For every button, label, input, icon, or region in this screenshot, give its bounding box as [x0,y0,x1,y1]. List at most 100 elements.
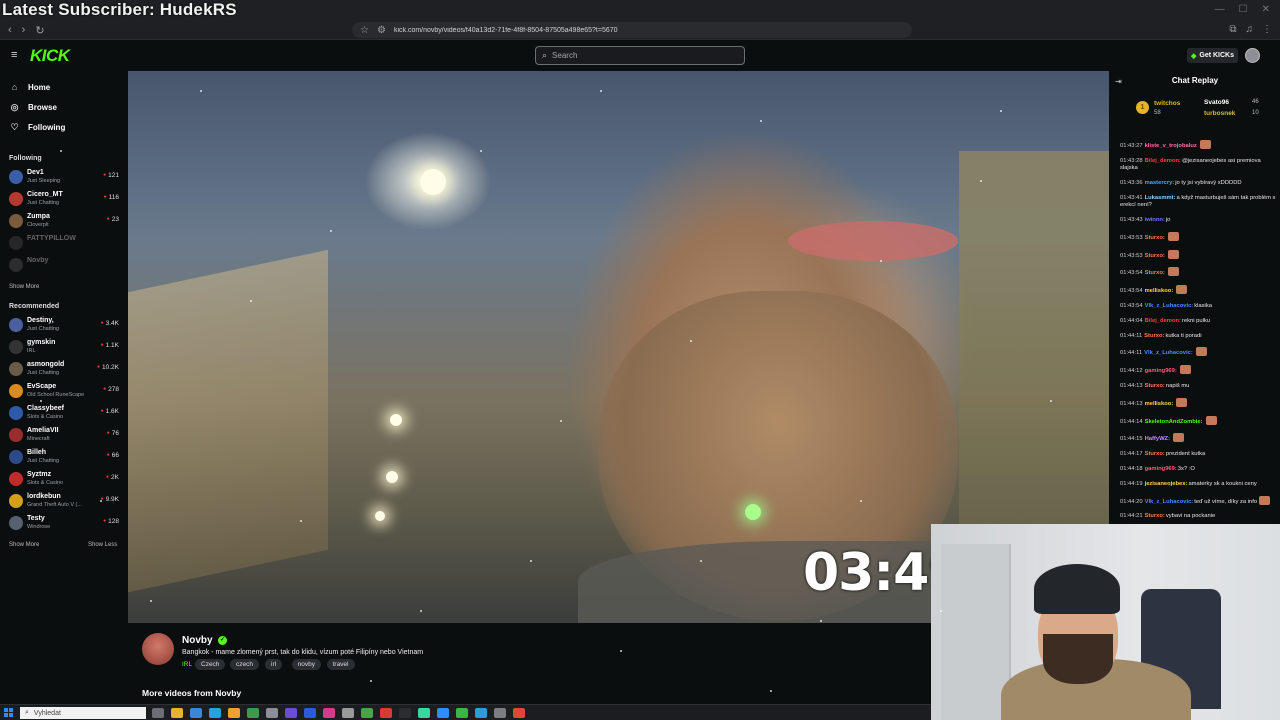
chat-username[interactable]: Bilej_demon: [1145,158,1181,164]
reload-icon[interactable]: ↻ [35,24,44,37]
sparkle [370,680,372,682]
channel-row[interactable]: Classybeef Slots & Casino 1.6K [9,404,121,424]
chat-username[interactable]: gaming969: [1145,368,1177,374]
extension-icon[interactable]: ⧉ [1229,24,1236,35]
channel-category: Just Sleeping [27,178,61,184]
nav-home[interactable]: ⌂ Home [9,82,50,92]
channel-row[interactable]: gymskin IRL 1.1K [9,338,121,358]
streamer-name[interactable]: Novby [182,635,213,646]
viewer-count: 121 [103,172,119,179]
chat-username[interactable]: Vlk_z_Luhacovic: [1145,303,1194,309]
app-icon[interactable] [475,708,487,718]
tag-chip[interactable]: travel [326,659,355,670]
app-icon[interactable] [418,708,430,718]
chat-username[interactable]: Sturxo: [1145,513,1165,519]
chat-username[interactable]: Sturxo: [1145,253,1165,259]
channel-row[interactable]: lordkebun Grand Theft Auto V (... 9.9K [9,492,121,512]
chat-username[interactable]: Sturxo: [1145,383,1165,389]
taskbar-search[interactable]: ⌕ Vyhledat [20,707,146,719]
app-icon[interactable] [456,708,468,718]
viewer-count: 2K [106,474,119,481]
menu-toggle-icon[interactable]: ≡ [11,50,21,61]
app-icon[interactable] [361,708,373,718]
app-icon[interactable] [380,708,392,718]
chat-username[interactable]: gaming969: [1145,466,1177,472]
chat-username[interactable]: Lukasmmt: [1145,195,1176,201]
app-icon[interactable] [285,708,297,718]
app-icon[interactable] [513,708,525,718]
app-icon[interactable] [437,708,449,718]
app-icon[interactable] [228,708,240,718]
chat-username[interactable]: Bilej_demon: [1145,318,1181,324]
channel-row[interactable]: Novby [9,256,121,276]
channel-row[interactable]: Cicero_MT Just Chatting 116 [9,190,121,210]
back-icon[interactable]: ‹ [8,24,12,37]
user-avatar[interactable] [1245,48,1260,63]
chat-username[interactable]: kliste_v_trojobaluz [1145,143,1197,149]
channel-name: Syztmz [27,471,52,478]
chat-username[interactable]: Sturxo: [1144,333,1164,339]
app-icon[interactable] [494,708,506,718]
channel-row[interactable]: Zumpa Cloverpit 23 [9,212,121,232]
tag-chip[interactable]: irl [265,659,283,670]
minimize-icon[interactable]: — [1215,4,1225,15]
channel-row[interactable]: FATTYPILLOW [9,234,121,254]
tag-chip[interactable]: novby [291,659,321,670]
app-icon[interactable] [266,708,278,718]
close-icon[interactable]: ✕ [1262,4,1270,15]
music-icon[interactable]: ♫ [1246,24,1254,35]
channel-row[interactable]: EvScape Old School RuneScape 278 [9,382,121,402]
start-icon[interactable] [4,708,13,717]
show-more-recommended[interactable]: Show More [9,542,39,548]
file-explorer-icon[interactable] [171,708,183,718]
search-input[interactable]: ⌕ Search [535,46,745,65]
maximize-icon[interactable]: ☐ [1239,4,1248,15]
site-info-icon[interactable]: ⚙ [377,25,386,36]
chat-username[interactable]: Vlk_z_Luhacovic: [1144,350,1193,356]
get-kicks-button[interactable]: ◆ Get KICKs [1187,48,1239,63]
channel-row[interactable]: Destiny, Just Chatting 3.4K [9,316,121,336]
app-icon[interactable] [399,708,411,718]
channel-row[interactable]: asmongold Just Chatting 10.2K [9,360,121,380]
app-icon[interactable] [247,708,259,718]
forward-icon[interactable]: › [22,24,26,37]
channel-row[interactable]: Dev1 Just Sleeping 121 [9,168,121,188]
nav-following[interactable]: ♡ Following [9,122,65,133]
bookmark-icon[interactable]: ☆ [360,25,369,36]
gifter-user[interactable]: Svato96 [1204,99,1229,106]
gifter-user[interactable]: turbosnek [1204,110,1235,117]
chat-username[interactable]: jezisaneojebes: [1145,481,1188,487]
app-icon[interactable] [190,708,202,718]
app-icon[interactable] [342,708,354,718]
app-icon[interactable] [323,708,335,718]
chat-username[interactable]: SkeletonAndZombie: [1145,419,1203,425]
channel-row[interactable]: Billeh Just Chatting 66 [9,448,121,468]
emote-icon [1173,433,1185,443]
gifter-user[interactable]: twitchos [1154,100,1180,107]
tag-chip[interactable]: Czech [195,659,226,670]
task-view-icon[interactable] [152,708,164,718]
channel-row[interactable]: AmeliaVII Minecraft 76 [9,426,121,446]
address-bar[interactable]: ☆ ⚙ kick.com/novby/videos/f40a13d2-71fe-… [352,22,912,38]
chat-username[interactable]: HaffyWZ: [1145,436,1170,442]
streamer-avatar[interactable] [142,633,174,665]
nav-browse[interactable]: ◎ Browse [9,102,57,113]
menu-icon[interactable]: ⋮ [1262,24,1272,35]
show-more-following[interactable]: Show More [9,284,39,290]
chat-username[interactable]: iwinnn: [1145,217,1165,223]
channel-row[interactable]: Syztmz Slots & Casino 2K [9,470,121,490]
kick-logo[interactable]: KICK [30,46,70,66]
channel-row[interactable]: Testy Windrose 128 [9,514,121,534]
chat-username[interactable]: melliskoo: [1145,401,1174,407]
chat-username[interactable]: Sturxo: [1145,270,1165,276]
app-icon[interactable] [304,708,316,718]
category-link[interactable]: IRL [182,661,192,668]
chat-username[interactable]: mastercry: [1145,180,1175,186]
chat-username[interactable]: Vlk_z_Luhacovic: [1145,499,1194,505]
app-icon[interactable] [209,708,221,718]
chat-username[interactable]: melliskoo: [1145,288,1174,294]
tag-chip[interactable]: czech [230,659,259,670]
show-less-recommended[interactable]: Show Less [88,542,117,548]
chat-username[interactable]: Sturxo: [1145,451,1165,457]
chat-username[interactable]: Sturxo: [1145,235,1165,241]
